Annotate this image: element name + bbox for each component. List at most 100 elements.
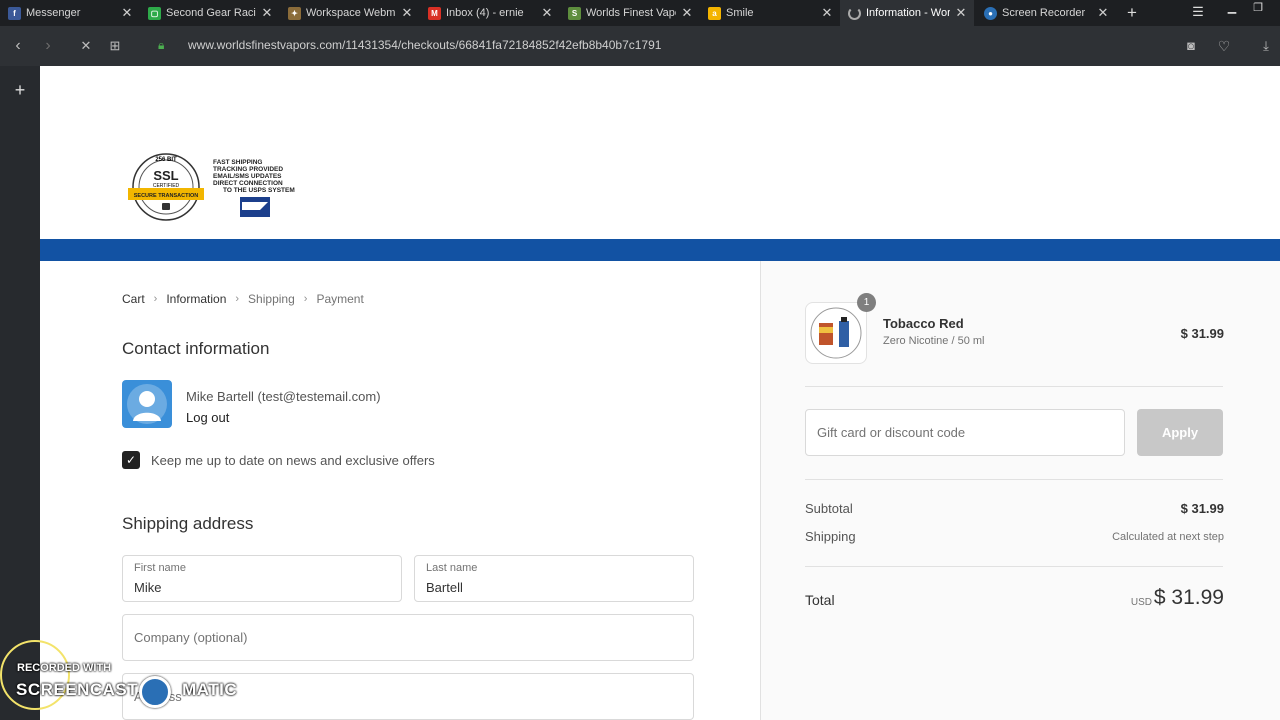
shipping-label: Shipping: [805, 529, 856, 544]
loading-spinner-icon: [848, 6, 861, 20]
subtotal-label: Subtotal: [805, 501, 853, 516]
stop-loading-icon[interactable]: ✕: [76, 36, 96, 56]
heart-icon[interactable]: ♡: [1214, 36, 1234, 56]
total-value: $ 31.99: [1153, 586, 1224, 609]
apply-button[interactable]: Apply: [1137, 409, 1223, 456]
first-name-field[interactable]: First name Mike: [122, 555, 402, 602]
shipping-value: Calculated at next step: [1112, 531, 1224, 543]
screencast-watermark: RECORDED WITH SCREENCAST MATIC: [0, 636, 250, 720]
tab-title: Worlds Finest Vapors: [586, 7, 676, 19]
newsletter-checkbox[interactable]: ✓: [122, 451, 140, 469]
product-thumbnail: [805, 302, 867, 364]
browser-sidebar: +: [0, 66, 40, 720]
url-field[interactable]: www.worldsfinestvapors.com/11431354/chec…: [188, 38, 661, 52]
download-icon[interactable]: ⤓: [1256, 36, 1276, 56]
svg-text:EMAIL/SMS UPDATES: EMAIL/SMS UPDATES: [213, 173, 282, 180]
close-icon[interactable]: ✕: [1096, 6, 1110, 20]
user-avatar: [122, 380, 172, 428]
tab-information-active[interactable]: Information - Worlds ✕: [840, 0, 974, 26]
close-icon[interactable]: ✕: [260, 6, 274, 20]
tab-title: Information - Worlds: [866, 7, 950, 19]
newsletter-label: Keep me up to date on news and exclusive…: [151, 453, 435, 468]
breadcrumb-information: Information: [166, 292, 227, 306]
tab-workspace-webmail[interactable]: ✦ Workspace Webmail ✕: [280, 0, 420, 26]
currency-code: USD: [1130, 597, 1152, 608]
forward-icon[interactable]: ›: [38, 36, 58, 56]
quantity-badge: 1: [857, 293, 876, 312]
svg-text:FAST SHIPPING: FAST SHIPPING: [213, 159, 262, 166]
shipping-address-heading: Shipping address: [122, 514, 254, 533]
breadcrumb: Cart › Information › Shipping › Payment: [122, 292, 364, 306]
smile-icon: a: [708, 6, 721, 20]
checkout-page: 256 BIT SSL CERTIFIED SECURE TRANSACTION…: [40, 66, 1280, 720]
svg-text:TO THE USPS SYSTEM: TO THE USPS SYSTEM: [223, 187, 295, 194]
chevron-right-icon: ›: [303, 293, 308, 305]
screen-recorder-icon: ●: [984, 6, 997, 20]
minimize-icon[interactable]: ▁: [1220, 0, 1244, 18]
new-tab-icon[interactable]: +: [1123, 3, 1141, 23]
facebook-icon: f: [8, 6, 21, 20]
tab-messenger[interactable]: f Messenger ✕: [0, 0, 140, 26]
close-icon[interactable]: ✕: [680, 6, 694, 20]
svg-text:256 BIT: 256 BIT: [155, 157, 177, 163]
speed-dial-icon[interactable]: ⊞: [105, 36, 125, 56]
svg-text:SECURE TRANSACTION: SECURE TRANSACTION: [134, 193, 199, 199]
tab-title: Workspace Webmail: [306, 7, 396, 19]
close-icon[interactable]: ✕: [400, 6, 414, 20]
last-name-value: Bartell: [426, 580, 463, 595]
discount-code-input[interactable]: Gift card or discount code: [805, 409, 1125, 456]
browser-tab-bar: f Messenger ✕ ▢ Second Gear Racing ✕ ✦ W…: [0, 0, 1280, 26]
workspace-icon: ✦: [288, 6, 301, 20]
tab-title: Second Gear Racing: [166, 7, 256, 19]
ssl-badge-icon: 256 BIT SSL CERTIFIED SECURE TRANSACTION…: [128, 153, 295, 221]
screencast-logo-icon: [139, 676, 171, 708]
subtotal-value: $ 31.99: [1180, 501, 1224, 516]
last-name-field[interactable]: Last name Bartell: [414, 555, 694, 602]
tab-smile[interactable]: a Smile ✕: [700, 0, 840, 26]
product-variant: Zero Nicotine / 50 ml: [883, 335, 985, 347]
product-price: $ 31.99: [1180, 326, 1224, 341]
close-icon[interactable]: ✕: [954, 6, 968, 20]
green-app-icon: ▢: [148, 6, 161, 20]
maximize-icon[interactable]: ❐: [1246, 0, 1270, 18]
contact-heading: Contact information: [122, 339, 270, 358]
logout-link[interactable]: Log out: [186, 410, 229, 425]
user-icon: [127, 384, 167, 424]
first-name-label: First name: [134, 562, 186, 574]
camera-icon[interactable]: ◙: [1181, 36, 1201, 56]
product-name: Tobacco Red: [883, 316, 964, 331]
lock-icon: 🔒︎: [158, 38, 165, 52]
divider: [805, 566, 1223, 567]
tab-inbox[interactable]: M Inbox (4) - ernie ✕: [420, 0, 560, 26]
close-icon[interactable]: ✕: [120, 6, 134, 20]
breadcrumb-payment: Payment: [316, 292, 364, 306]
first-name-value: Mike: [134, 580, 162, 595]
address-bar: ‹ › ✕ ⊞ 🔒︎ www.worldsfinestvapors.com/11…: [0, 26, 1280, 66]
tab-title: Inbox (4) - ernie: [446, 7, 524, 19]
tab-title: Screen Recorder: [1002, 7, 1086, 19]
tab-second-gear[interactable]: ▢ Second Gear Racing ✕: [140, 0, 280, 26]
tab-screen-recorder[interactable]: ● Screen Recorder ✕: [976, 0, 1116, 26]
close-icon[interactable]: ✕: [820, 6, 834, 20]
user-email: Mike Bartell (test@testemail.com): [186, 389, 381, 404]
shopify-icon: S: [568, 6, 581, 20]
trust-badges: 256 BIT SSL CERTIFIED SECURE TRANSACTION…: [128, 152, 298, 229]
svg-text:TRACKING PROVIDED: TRACKING PROVIDED: [213, 166, 283, 173]
svg-text:SSL: SSL: [153, 168, 178, 183]
watermark-line1: RECORDED WITH: [17, 662, 112, 674]
divider: [805, 479, 1223, 480]
total-label: Total: [805, 592, 835, 608]
tab-menu-icon[interactable]: ☰: [1186, 4, 1210, 22]
back-icon[interactable]: ‹: [8, 36, 28, 56]
divider: [805, 386, 1223, 387]
svg-text:DIRECT CONNECTION: DIRECT CONNECTION: [213, 180, 283, 187]
watermark-line2: SCREENCAST MATIC: [16, 680, 238, 699]
shipping-badge: FAST SHIPPING TRACKING PROVIDED EMAIL/SM…: [213, 159, 295, 217]
add-panel-icon[interactable]: +: [10, 80, 30, 101]
header-color-bar: [40, 239, 1280, 261]
tab-worlds-finest[interactable]: S Worlds Finest Vapors ✕: [560, 0, 700, 26]
close-icon[interactable]: ✕: [540, 6, 554, 20]
gmail-icon: M: [428, 6, 441, 20]
last-name-label: Last name: [426, 562, 478, 574]
breadcrumb-cart[interactable]: Cart: [122, 292, 145, 306]
